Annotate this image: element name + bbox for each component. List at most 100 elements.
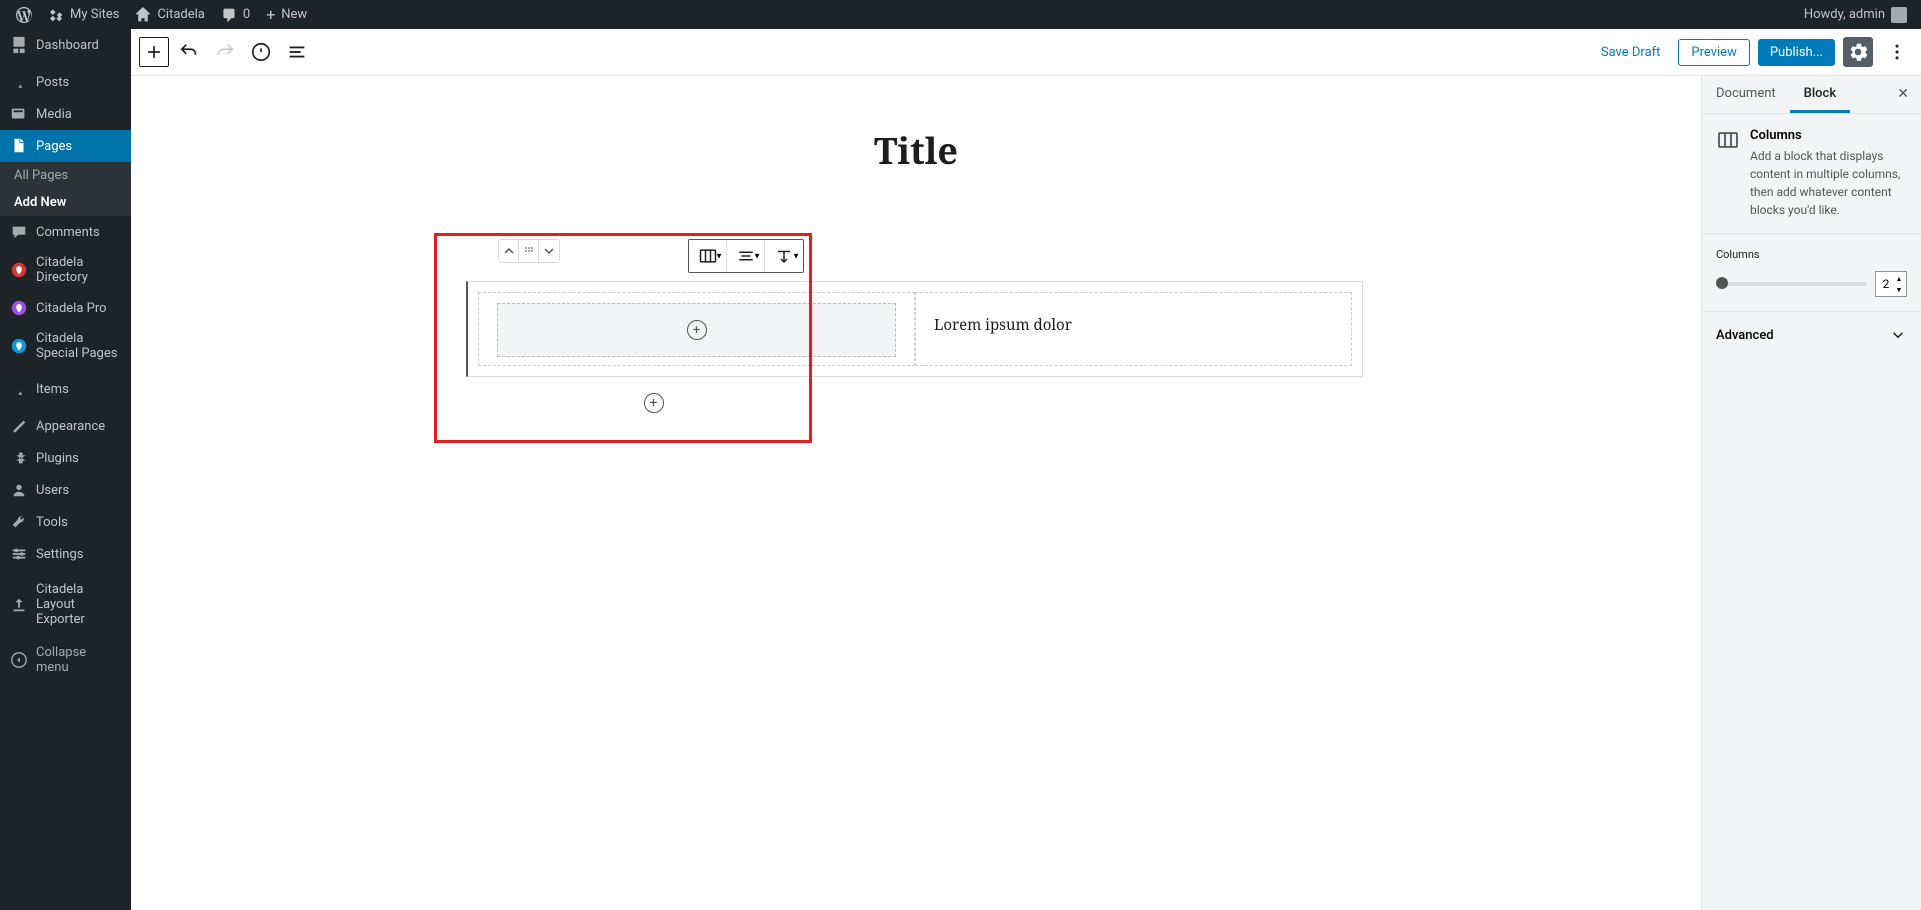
my-sites[interactable]: My Sites [40, 0, 127, 29]
number-spinner[interactable]: ▲▼ [1893, 273, 1905, 295]
collapse-icon [10, 651, 28, 669]
settings-toggle-button[interactable] [1843, 37, 1873, 67]
users-label: Users [36, 483, 69, 498]
citadela-exporter-label: Citadela Layout Exporter [36, 582, 121, 627]
block-controls-row: ▼ ▼ ▼ [466, 239, 1366, 273]
plugins-icon [10, 449, 28, 467]
users-icon [10, 481, 28, 499]
sidebar-item-citadela-directory[interactable]: Citadela Directory [0, 248, 131, 292]
settings-sidebar: Document Block ✕ Columns Add a block tha… [1701, 76, 1921, 910]
citadela-directory-icon [10, 261, 28, 279]
save-draft-button[interactable]: Save Draft [1591, 39, 1671, 66]
sidebar-item-items[interactable]: Items [0, 373, 131, 405]
sidebar-item-dashboard[interactable]: Dashboard [0, 29, 131, 61]
advanced-panel-toggle[interactable]: Advanced [1702, 312, 1921, 358]
citadela-pro-icon [10, 299, 28, 317]
comment-count: 0 [243, 7, 250, 22]
add-block-after-button[interactable]: + [644, 393, 664, 413]
settings-tabs: Document Block ✕ [1702, 76, 1921, 114]
sidebar-item-users[interactable]: Users [0, 474, 131, 506]
wordpress-icon [16, 7, 32, 23]
settings-icon [10, 545, 28, 563]
undo-button[interactable] [173, 36, 205, 68]
sidebar-item-posts[interactable]: Posts [0, 66, 131, 98]
admin-bar-right[interactable]: Howdy, admin [1804, 7, 1913, 23]
block-toolbar: ▼ ▼ ▼ [688, 239, 804, 273]
admin-bar-left: My Sites Citadela 0 + New [8, 0, 315, 29]
block-navigation-button[interactable] [281, 36, 313, 68]
columns-number-input[interactable]: 2 ▲▼ [1875, 271, 1907, 297]
topbar-left [139, 36, 313, 68]
sidebar-item-citadela-pro[interactable]: Citadela Pro [0, 292, 131, 324]
sidebar-item-settings[interactable]: Settings [0, 538, 131, 570]
add-block-button[interactable] [139, 37, 169, 67]
sidebar-subitem-all-pages[interactable]: All Pages [0, 162, 131, 189]
sidebar-item-pages[interactable]: Pages [0, 130, 131, 162]
citadela-special-label: Citadela Special Pages [36, 331, 121, 361]
media-label: Media [36, 107, 72, 122]
block-movers [498, 239, 560, 263]
close-settings-button[interactable]: ✕ [1885, 76, 1921, 113]
editor-canvas: Title ▼ ▼ [131, 76, 1701, 910]
change-block-type-button[interactable]: ▼ [689, 240, 727, 272]
align-button[interactable]: ▼ [727, 240, 765, 272]
comment-icon [221, 7, 237, 23]
move-up-button[interactable] [499, 240, 519, 262]
howdy-text: Howdy, admin [1804, 7, 1885, 22]
dashboard-icon [10, 36, 28, 54]
drag-handle[interactable] [519, 240, 539, 262]
column-1[interactable]: + [478, 292, 915, 366]
columns-control: 2 ▲▼ [1716, 271, 1907, 297]
comments-bubble[interactable]: 0 [213, 0, 258, 29]
plus-icon: + [266, 5, 275, 24]
columns-slider[interactable] [1716, 282, 1867, 286]
column-appender[interactable]: + [497, 303, 896, 357]
admin-sidebar: Dashboard Posts Media Pages All Pages Ad… [0, 29, 131, 910]
appearance-icon [10, 417, 28, 435]
comments-label: Comments [36, 225, 100, 240]
columns-block[interactable]: + Lorem ipsum dolor [466, 281, 1363, 377]
preview-button[interactable]: Preview [1678, 39, 1749, 66]
dashboard-label: Dashboard [36, 38, 99, 53]
my-sites-label: My Sites [70, 7, 119, 22]
sidebar-item-media[interactable]: Media [0, 98, 131, 130]
sidebar-item-citadela-exporter[interactable]: Citadela Layout Exporter [0, 575, 131, 634]
media-icon [10, 105, 28, 123]
advanced-label: Advanced [1716, 328, 1774, 343]
plus-circle-icon: + [687, 320, 707, 340]
plugins-label: Plugins [36, 451, 79, 466]
slider-thumb[interactable] [1716, 277, 1728, 289]
new-content[interactable]: + New [258, 0, 315, 29]
tools-icon [10, 513, 28, 531]
pages-icon [10, 137, 28, 155]
columns-label: Columns [1716, 248, 1907, 261]
export-icon [10, 596, 28, 614]
move-down-button[interactable] [539, 240, 559, 262]
more-options-button[interactable] [1881, 36, 1913, 68]
block-info-panel: Columns Add a block that displays conten… [1702, 114, 1921, 234]
network-icon [48, 7, 64, 23]
site-name[interactable]: Citadela [127, 0, 212, 29]
paragraph-content[interactable]: Lorem ipsum dolor [926, 303, 1341, 347]
sidebar-item-appearance[interactable]: Appearance [0, 410, 131, 442]
sidebar-subitem-add-new[interactable]: Add New [0, 189, 131, 216]
sidebar-item-tools[interactable]: Tools [0, 506, 131, 538]
tab-document[interactable]: Document [1702, 76, 1790, 113]
redo-button[interactable] [209, 36, 241, 68]
vertical-align-button[interactable]: ▼ [765, 240, 803, 272]
sidebar-collapse[interactable]: Collapse menu [0, 638, 131, 682]
sidebar-item-plugins[interactable]: Plugins [0, 442, 131, 474]
pages-label: Pages [36, 139, 72, 154]
page-title[interactable]: Title [466, 126, 1366, 175]
appearance-label: Appearance [36, 419, 105, 434]
comments-icon [10, 223, 28, 241]
column-2[interactable]: Lorem ipsum dolor [915, 292, 1352, 366]
citadela-pro-label: Citadela Pro [36, 301, 107, 316]
sidebar-item-citadela-special[interactable]: Citadela Special Pages [0, 324, 131, 368]
wp-logo[interactable] [8, 0, 40, 29]
settings-label: Settings [36, 547, 83, 562]
tab-block[interactable]: Block [1790, 76, 1850, 113]
sidebar-item-comments[interactable]: Comments [0, 216, 131, 248]
publish-button[interactable]: Publish... [1758, 39, 1835, 66]
content-structure-button[interactable] [245, 36, 277, 68]
